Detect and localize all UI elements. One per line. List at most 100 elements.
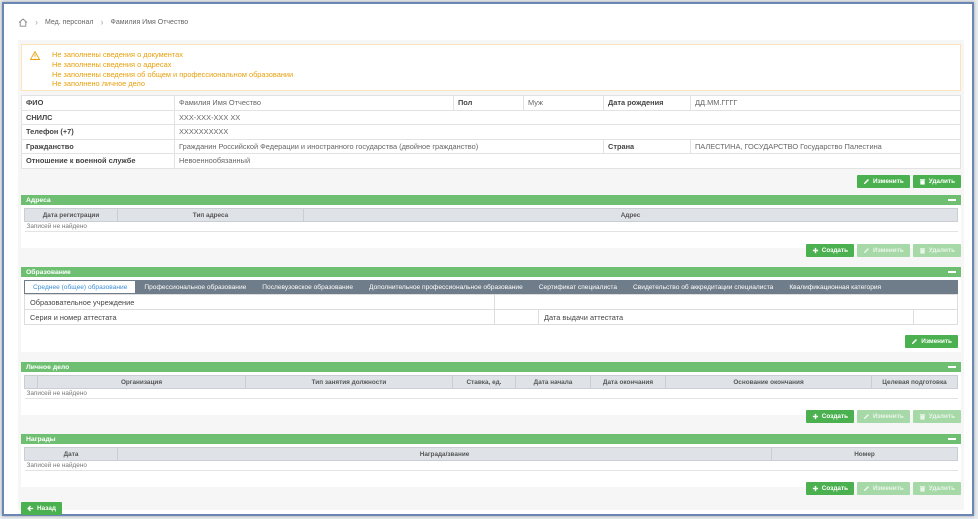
warning-item: Не заполнены сведения о документах bbox=[52, 50, 183, 59]
warning-list: Не заполнены сведения о документах Не за… bbox=[52, 50, 293, 90]
pencil-icon bbox=[863, 179, 869, 185]
collapse-icon[interactable] bbox=[948, 271, 956, 273]
education-tabs: Среднее (общее) образование Профессионал… bbox=[24, 280, 958, 294]
create-address-button[interactable]: Создать bbox=[805, 244, 855, 257]
column-header[interactable]: Номер bbox=[771, 447, 958, 461]
column-header[interactable]: Ставка, ед. bbox=[452, 375, 516, 389]
military-label: Отношение к военной службе bbox=[21, 153, 175, 169]
edit-address-button[interactable]: Изменить bbox=[857, 244, 910, 257]
create-award-button[interactable]: Создать bbox=[805, 482, 855, 495]
awards-header: Награды bbox=[21, 434, 961, 444]
tab-qualification-category[interactable]: Квалификационная категория bbox=[781, 280, 889, 294]
column-header[interactable]: Дата bbox=[24, 447, 118, 461]
plus-icon bbox=[812, 413, 818, 420]
awards-actions: Создать Изменить Удалить bbox=[805, 482, 961, 495]
column-header[interactable]: Дата начала bbox=[515, 375, 591, 389]
breadcrumb-item-person: Фамилия Имя Отчество bbox=[110, 18, 189, 26]
tab-postgraduate-education[interactable]: Послевузовское образование bbox=[254, 280, 361, 294]
edit-award-button[interactable]: Изменить bbox=[857, 482, 910, 495]
pencil-icon bbox=[863, 248, 869, 254]
column-header[interactable]: Дата регистрации bbox=[24, 208, 118, 222]
row-select-header bbox=[24, 375, 38, 389]
awards-table: Дата Награда/звание Номер Записей не най… bbox=[24, 447, 958, 471]
warning-item: Не заполнены сведения о адресах bbox=[52, 59, 172, 69]
person-actions: Изменить Удалить bbox=[857, 175, 961, 188]
delete-award-button[interactable]: Удалить bbox=[912, 482, 961, 495]
issue-date-value bbox=[913, 309, 958, 325]
personal-file-header: Личное дело bbox=[21, 362, 961, 372]
tab-specialist-certificate[interactable]: Сертификат специалиста bbox=[531, 280, 625, 294]
column-header[interactable]: Дата окончания bbox=[590, 375, 666, 389]
birth-date-value: ДД.ММ.ГГГГ bbox=[690, 95, 961, 111]
issue-date-label: Дата выдачи аттестата bbox=[538, 309, 914, 325]
certificate-number-label: Серия и номер аттестата bbox=[24, 309, 495, 325]
military-value: Невоеннообязанный bbox=[174, 153, 961, 169]
phone-value: XXXXXXXXXX bbox=[174, 124, 961, 140]
personal-file-actions: Создать Изменить Удалить bbox=[805, 410, 961, 423]
edit-personal-file-button[interactable]: Изменить bbox=[857, 410, 910, 423]
column-header[interactable]: Организация bbox=[37, 375, 246, 389]
create-personal-file-button[interactable]: Создать bbox=[805, 410, 855, 423]
collapse-icon[interactable] bbox=[948, 438, 956, 440]
column-header[interactable]: Награда/звание bbox=[117, 447, 772, 461]
delete-person-button[interactable]: Удалить bbox=[912, 175, 961, 188]
edit-person-button[interactable]: Изменить bbox=[857, 175, 910, 188]
delete-label: Удалить bbox=[928, 485, 955, 492]
education-actions: Изменить bbox=[905, 335, 958, 348]
tab-secondary-education[interactable]: Среднее (общее) образование bbox=[24, 280, 137, 294]
breadcrumb-separator-icon: › bbox=[35, 17, 38, 27]
edit-label: Изменить bbox=[873, 247, 904, 254]
create-label: Создать bbox=[821, 413, 849, 420]
trash-icon bbox=[919, 248, 925, 254]
back-button[interactable]: Назад bbox=[21, 502, 62, 515]
birth-date-label: Дата рождения bbox=[603, 95, 691, 111]
column-header[interactable]: Адрес bbox=[303, 208, 958, 222]
trash-icon bbox=[919, 414, 925, 420]
home-icon[interactable] bbox=[18, 17, 28, 27]
snils-value: XXX-XXX-XXX XX bbox=[174, 109, 961, 125]
warning-item: Не заполнены сведения об общем и професс… bbox=[52, 69, 294, 79]
phone-label: Телефон (+7) bbox=[21, 124, 175, 140]
fio-label: ФИО bbox=[21, 95, 175, 111]
tab-accreditation[interactable]: Свидетельство об аккредитации специалист… bbox=[625, 280, 781, 294]
personal-file-panel: Личное дело Организация Тип занятия долж… bbox=[21, 362, 961, 415]
person-info-table: ФИО Фамилия Имя Отчество Пол Муж Дата ро… bbox=[21, 95, 961, 169]
edit-label: Изменить bbox=[873, 413, 904, 420]
delete-label: Удалить bbox=[928, 178, 955, 185]
delete-address-button[interactable]: Удалить bbox=[912, 244, 961, 257]
addresses-actions: Создать Изменить Удалить bbox=[805, 244, 961, 257]
education-panel: Образование Среднее (общее) образование … bbox=[21, 267, 961, 352]
delete-personal-file-button[interactable]: Удалить bbox=[912, 410, 961, 423]
gender-value: Муж bbox=[523, 95, 604, 111]
warning-item: Не заполнено личное дело bbox=[52, 79, 146, 89]
tab-additional-education[interactable]: Дополнительное профессиональное образова… bbox=[361, 280, 531, 294]
column-header[interactable]: Основание окончания bbox=[665, 375, 872, 389]
collapse-icon[interactable] bbox=[948, 366, 956, 368]
trash-icon bbox=[919, 179, 925, 185]
personal-file-title: Личное дело bbox=[26, 363, 70, 371]
institution-label: Образовательное учреждение bbox=[24, 294, 495, 310]
edit-label: Изменить bbox=[873, 485, 904, 492]
column-header[interactable]: Целевая подготовка bbox=[871, 375, 958, 389]
gender-label: Пол bbox=[453, 95, 524, 111]
country-value: ПАЛЕСТИНА, ГОСУДАРСТВО Государство Палес… bbox=[690, 138, 961, 154]
breadcrumb-item-staff[interactable]: Мед. персонал bbox=[45, 19, 94, 26]
content-area: Не заполнены сведения о документах Не за… bbox=[18, 40, 964, 515]
country-label: Страна bbox=[603, 138, 691, 154]
tab-professional-education[interactable]: Профессиональное образование bbox=[136, 280, 254, 294]
citizenship-label: Гражданство bbox=[21, 138, 175, 154]
fio-value: Фамилия Имя Отчество bbox=[174, 95, 454, 111]
edit-education-button[interactable]: Изменить bbox=[905, 335, 958, 348]
column-header[interactable]: Тип занятия должности bbox=[245, 375, 453, 389]
empty-message: Записей не найдено bbox=[24, 221, 958, 232]
addresses-title: Адреса bbox=[26, 196, 51, 204]
breadcrumb-separator-icon: › bbox=[100, 17, 104, 27]
column-header[interactable]: Тип адреса bbox=[117, 208, 304, 222]
warning-icon bbox=[30, 51, 40, 60]
collapse-icon[interactable] bbox=[948, 199, 956, 201]
pencil-icon bbox=[863, 414, 869, 420]
education-header: Образование bbox=[21, 267, 961, 277]
snils-label: СНИЛС bbox=[21, 109, 175, 125]
pencil-icon bbox=[912, 339, 918, 345]
addresses-panel: Адреса Дата регистрации Тип адреса Адрес… bbox=[21, 195, 961, 248]
